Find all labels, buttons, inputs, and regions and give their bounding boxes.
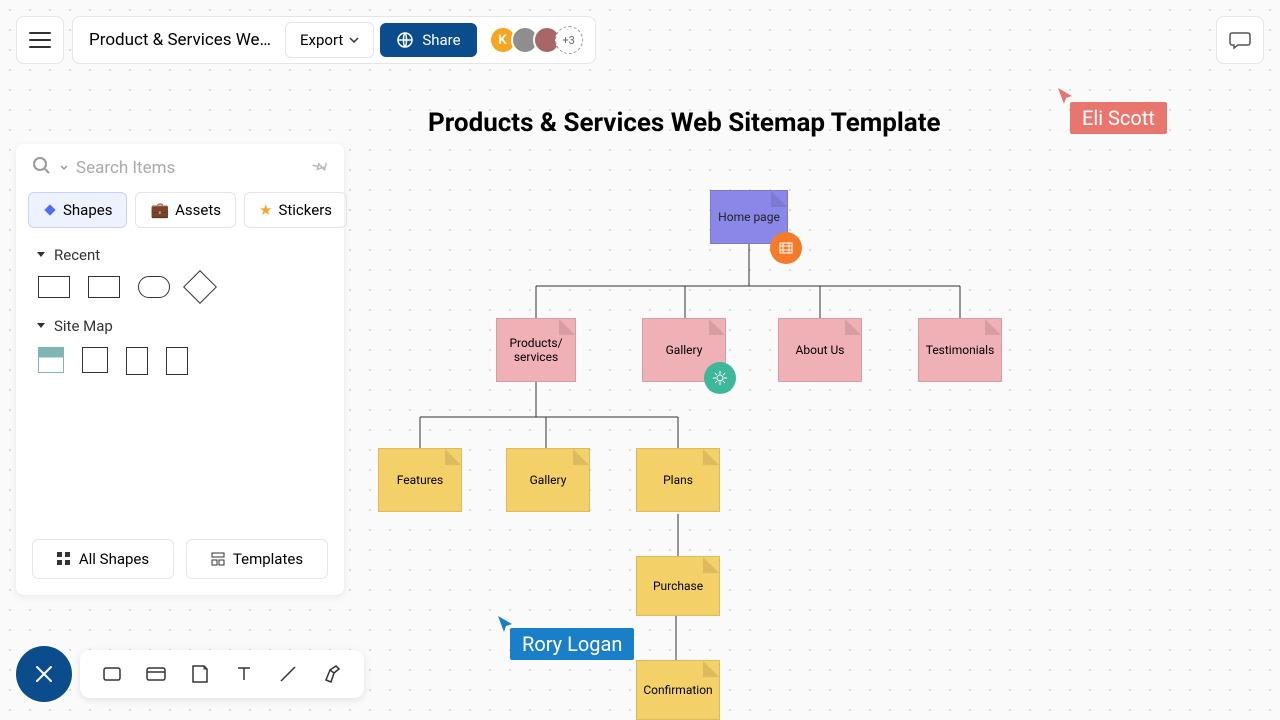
tool-line[interactable] (276, 662, 300, 686)
film-icon (778, 240, 794, 256)
tab-label: Assets (175, 201, 221, 219)
badge-settings[interactable] (704, 362, 736, 394)
tool-note[interactable] (188, 662, 212, 686)
chat-icon (1228, 28, 1252, 52)
all-shapes-button[interactable]: All Shapes (32, 539, 174, 579)
template-icon (211, 552, 225, 566)
tool-card[interactable] (144, 662, 168, 686)
title-bar: Product & Services Web… Export Share K +… (72, 16, 596, 64)
chevron-down-icon (60, 165, 68, 171)
share-button[interactable]: Share (380, 23, 476, 57)
shapes-panel: Shapes 💼 Assets ★ Stickers Recent Site M… (16, 144, 344, 595)
shape-diamond[interactable] (183, 270, 217, 304)
shape-square[interactable] (82, 347, 108, 373)
avatar-more[interactable]: +3 (555, 26, 583, 54)
node-about[interactable]: About Us (778, 318, 862, 382)
search-input[interactable] (76, 158, 310, 178)
tool-rectangle[interactable] (100, 662, 124, 686)
node-label: Plans (663, 473, 693, 487)
hamburger-icon (29, 31, 51, 49)
node-label: Confirmation (643, 683, 712, 697)
collaborator-eli: Eli Scott (1070, 102, 1167, 134)
tab-stickers[interactable]: ★ Stickers (244, 192, 347, 228)
close-fab[interactable] (16, 646, 72, 702)
document-title[interactable]: Product & Services Web… (89, 30, 279, 50)
badge-video[interactable] (770, 232, 802, 264)
triangle-down-icon (36, 322, 46, 330)
node-confirmation[interactable]: Confirmation (636, 660, 720, 720)
shape-rect[interactable] (38, 276, 70, 298)
chat-button[interactable] (1216, 16, 1264, 64)
node-testimonials[interactable]: Testimonials (918, 318, 1002, 382)
globe-icon (396, 31, 414, 49)
node-label: About Us (796, 343, 845, 357)
share-label: Share (422, 31, 460, 49)
node-label: Purchase (653, 579, 703, 593)
node-plans[interactable]: Plans (636, 448, 720, 512)
tab-assets[interactable]: 💼 Assets (135, 192, 236, 228)
gear-icon (712, 370, 728, 386)
node-features[interactable]: Features (378, 448, 462, 512)
star-icon: ★ (259, 201, 272, 219)
node-label: Gallery (666, 343, 703, 357)
node-label: Gallery (530, 473, 567, 487)
triangle-down-icon (36, 251, 46, 259)
button-label: All Shapes (79, 550, 149, 568)
tab-shapes[interactable]: Shapes (28, 192, 127, 228)
node-products[interactable]: Products/ services (496, 318, 576, 382)
tool-text[interactable] (232, 662, 256, 686)
node-label: Home page (718, 210, 780, 224)
collaborator-rory: Rory Logan (510, 628, 634, 660)
shape-page-filled[interactable] (38, 347, 64, 373)
tab-label: Shapes (63, 201, 112, 219)
close-icon (34, 664, 54, 684)
section-sitemap[interactable]: Site Map (16, 307, 344, 341)
templates-button[interactable]: Templates (186, 539, 328, 579)
grid-icon (57, 552, 71, 566)
tab-label: Stickers (278, 201, 332, 219)
node-label: Features (397, 473, 443, 487)
tool-highlighter[interactable] (320, 662, 344, 686)
section-recent[interactable]: Recent (16, 236, 344, 270)
tool-strip (80, 650, 364, 698)
section-label: Site Map (54, 317, 113, 335)
export-button[interactable]: Export (285, 22, 374, 58)
shape-pages[interactable] (166, 347, 188, 375)
section-label: Recent (54, 246, 100, 264)
node-label: Products/ services (509, 336, 562, 364)
button-label: Templates (233, 550, 303, 568)
canvas-title[interactable]: Products & Services Web Sitemap Template (428, 108, 941, 138)
node-label: Testimonials (926, 343, 995, 357)
briefcase-icon: 💼 (150, 201, 169, 219)
shape-rect[interactable] (88, 276, 120, 298)
diamond-icon (43, 203, 57, 217)
avatars: K +3 (489, 26, 583, 54)
export-label: Export (300, 31, 343, 49)
search-icon (32, 156, 52, 180)
shape-oval[interactable] (138, 276, 170, 298)
chevron-down-icon (349, 37, 359, 43)
shape-page[interactable] (126, 347, 148, 375)
node-gallery2[interactable]: Gallery (506, 448, 590, 512)
menu-button[interactable] (16, 16, 64, 64)
node-purchase[interactable]: Purchase (636, 556, 720, 616)
